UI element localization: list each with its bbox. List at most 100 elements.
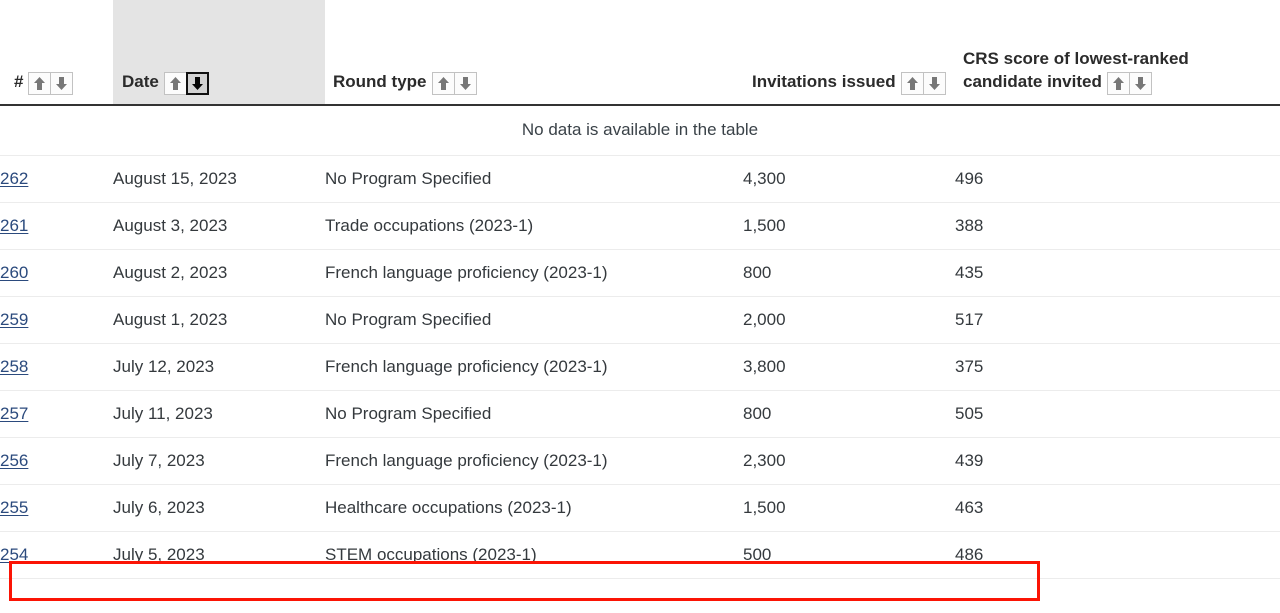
arrow-down-icon xyxy=(459,77,471,90)
round-number-link[interactable]: 262 xyxy=(0,169,28,188)
cell-round-number: 257 xyxy=(0,390,113,438)
round-number-link[interactable]: 259 xyxy=(0,310,28,329)
sort-descending-button-round-type[interactable] xyxy=(453,72,477,95)
table-header: # Date Round type Invitations issued CRS… xyxy=(0,0,1280,106)
table-row: 256 July 7, 2023 French language profici… xyxy=(0,437,1280,485)
column-header-crs-score-label: CRS score of lowest-ranked candidate inv… xyxy=(963,48,1189,91)
cell-date: August 3, 2023 xyxy=(113,202,325,250)
cell-date: August 1, 2023 xyxy=(113,296,325,344)
cell-round-type: No Program Specified xyxy=(325,296,743,344)
arrow-up-icon xyxy=(1112,77,1124,90)
cell-crs-score: 439 xyxy=(955,437,1280,485)
cell-crs-score: 375 xyxy=(955,343,1280,391)
cell-date: August 15, 2023 xyxy=(113,155,325,203)
sort-ascending-button-number[interactable] xyxy=(28,72,52,95)
round-number-link[interactable]: 256 xyxy=(0,451,28,470)
sort-descending-button-number[interactable] xyxy=(50,72,74,95)
column-header-round-type: Round type xyxy=(325,0,743,106)
table-row-highlighted: 254 July 5, 2023 STEM occupations (2023-… xyxy=(0,531,1280,579)
table-row: 260 August 2, 2023 French language profi… xyxy=(0,249,1280,297)
cell-crs-score: 463 xyxy=(955,484,1280,532)
sort-ascending-button-round-type[interactable] xyxy=(431,72,455,95)
arrow-up-icon xyxy=(34,77,46,90)
cell-invitations-issued: 2,300 xyxy=(743,437,955,485)
table-body: No data is available in the table 262 Au… xyxy=(0,105,1280,579)
cell-invitations-issued: 1,500 xyxy=(743,484,955,532)
cell-date: July 6, 2023 xyxy=(113,484,325,532)
cell-round-type: STEM occupations (2023-1) xyxy=(325,531,743,579)
cell-round-type: Healthcare occupations (2023-1) xyxy=(325,484,743,532)
sort-descending-button-crs-score[interactable] xyxy=(1128,72,1152,95)
sort-descending-button-date[interactable] xyxy=(185,72,209,95)
sort-controls-invitations-issued xyxy=(900,72,946,95)
round-number-link[interactable]: 254 xyxy=(0,545,28,564)
round-number-link[interactable]: 255 xyxy=(0,498,28,517)
column-header-number: # xyxy=(0,0,113,106)
cell-invitations-issued: 1,500 xyxy=(743,202,955,250)
column-header-round-type-label: Round type xyxy=(333,72,427,91)
empty-state-message: No data is available in the table xyxy=(0,105,1280,156)
cell-round-type: No Program Specified xyxy=(325,390,743,438)
cell-invitations-issued: 800 xyxy=(743,249,955,297)
cell-invitations-issued: 500 xyxy=(743,531,955,579)
cell-crs-score: 388 xyxy=(955,202,1280,250)
sort-controls-round-type xyxy=(431,72,477,95)
arrow-down-icon xyxy=(191,77,203,90)
sort-controls-date xyxy=(163,72,209,95)
cell-crs-score: 517 xyxy=(955,296,1280,344)
cell-round-type: French language proficiency (2023-1) xyxy=(325,249,743,297)
column-header-invitations-issued: Invitations issued xyxy=(743,0,955,106)
cell-invitations-issued: 3,800 xyxy=(743,343,955,391)
column-header-crs-score: CRS score of lowest-ranked candidate inv… xyxy=(955,0,1280,106)
cell-round-number: 262 xyxy=(0,155,113,203)
empty-state-row: No data is available in the table xyxy=(0,105,1280,156)
cell-round-number: 260 xyxy=(0,249,113,297)
round-number-link[interactable]: 257 xyxy=(0,404,28,423)
table-row: 262 August 15, 2023 No Program Specified… xyxy=(0,155,1280,203)
cell-crs-score: 505 xyxy=(955,390,1280,438)
cell-round-number: 256 xyxy=(0,437,113,485)
column-header-date: Date xyxy=(113,0,325,106)
arrow-down-icon xyxy=(1134,77,1146,90)
table-row: 257 July 11, 2023 No Program Specified 8… xyxy=(0,390,1280,438)
cell-date: July 5, 2023 xyxy=(113,531,325,579)
rounds-table-container: # Date Round type Invitations issued CRS… xyxy=(0,0,1280,613)
sort-controls-number xyxy=(28,72,74,95)
arrow-up-icon xyxy=(437,77,449,90)
cell-round-number: 261 xyxy=(0,202,113,250)
sort-ascending-button-date[interactable] xyxy=(163,72,187,95)
cell-round-number: 259 xyxy=(0,296,113,344)
round-number-link[interactable]: 258 xyxy=(0,357,28,376)
arrow-down-icon xyxy=(56,77,68,90)
table-row: 255 July 6, 2023 Healthcare occupations … xyxy=(0,484,1280,532)
round-number-link[interactable]: 261 xyxy=(0,216,28,235)
column-header-number-label: # xyxy=(14,72,24,91)
cell-round-type: No Program Specified xyxy=(325,155,743,203)
cell-invitations-issued: 800 xyxy=(743,390,955,438)
sort-controls-crs-score xyxy=(1106,72,1152,95)
cell-invitations-issued: 2,000 xyxy=(743,296,955,344)
cell-date: July 7, 2023 xyxy=(113,437,325,485)
cell-date: July 12, 2023 xyxy=(113,343,325,391)
cell-date: August 2, 2023 xyxy=(113,249,325,297)
table-row: 259 August 1, 2023 No Program Specified … xyxy=(0,296,1280,344)
sort-ascending-button-crs-score[interactable] xyxy=(1106,72,1130,95)
cell-crs-score: 435 xyxy=(955,249,1280,297)
table-row: 258 July 12, 2023 French language profic… xyxy=(0,343,1280,391)
cell-date: July 11, 2023 xyxy=(113,390,325,438)
cell-round-number: 258 xyxy=(0,343,113,391)
cell-round-number: 254 xyxy=(0,531,113,579)
round-number-link[interactable]: 260 xyxy=(0,263,28,282)
cell-round-type: French language proficiency (2023-1) xyxy=(325,343,743,391)
cell-round-type: Trade occupations (2023-1) xyxy=(325,202,743,250)
arrow-up-icon xyxy=(169,77,181,90)
table-header-row: # Date Round type Invitations issued CRS… xyxy=(0,0,1280,106)
arrow-up-icon xyxy=(906,77,918,90)
table-row: 261 August 3, 2023 Trade occupations (20… xyxy=(0,202,1280,250)
sort-descending-button-invitations-issued[interactable] xyxy=(922,72,946,95)
column-header-date-label: Date xyxy=(122,72,159,91)
sort-ascending-button-invitations-issued[interactable] xyxy=(900,72,924,95)
cell-crs-score: 496 xyxy=(955,155,1280,203)
column-header-invitations-issued-label: Invitations issued xyxy=(752,72,896,91)
arrow-down-icon xyxy=(928,77,940,90)
